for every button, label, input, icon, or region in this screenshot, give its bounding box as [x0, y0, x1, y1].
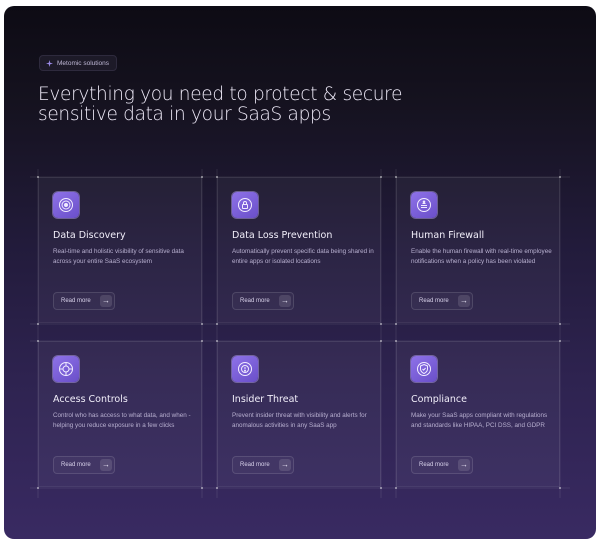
solutions-section: Metomic solutions Everything you need to…: [4, 6, 596, 539]
arrow-right-icon: →: [100, 459, 112, 471]
arrow-right-icon: →: [458, 459, 470, 471]
read-more-label: Read more: [419, 462, 449, 468]
card-title: Data Discovery: [53, 230, 126, 241]
card-description: Real-time and holistic visibility of sen…: [53, 248, 184, 265]
card-compliance: Compliance Make your SaaS apps compliant…: [396, 341, 560, 487]
access-key-icon: [53, 356, 79, 382]
card-description: Automatically prevent specific data bein…: [232, 248, 374, 265]
badge-label: Metomic solutions: [57, 59, 110, 67]
card-title: Compliance: [411, 394, 467, 405]
arrow-right-icon: →: [100, 295, 112, 307]
read-more-label: Read more: [240, 462, 270, 468]
read-more-button[interactable]: Read more →: [411, 456, 473, 474]
arrow-right-icon: →: [279, 459, 291, 471]
card-data-loss-prevention: Data Loss Prevention Automatically preve…: [217, 177, 381, 323]
card-human-firewall: Human Firewall Enable the human firewall…: [396, 177, 560, 323]
card-title: Human Firewall: [411, 230, 485, 241]
read-more-label: Read more: [240, 298, 270, 304]
card-description: Make your SaaS apps compliant with regul…: [411, 412, 548, 429]
arrow-right-icon: →: [458, 295, 470, 307]
read-more-label: Read more: [61, 462, 91, 468]
card-title: Data Loss Prevention: [232, 230, 333, 241]
card-title: Access Controls: [53, 394, 128, 405]
card-description: Prevent insider threat with visibility a…: [232, 412, 367, 429]
read-more-label: Read more: [61, 298, 91, 304]
read-more-button[interactable]: Read more →: [53, 292, 115, 310]
section-badge: Metomic solutions: [39, 55, 118, 71]
section-headline: Everything you need to protect & secure …: [38, 84, 403, 125]
card-data-discovery: Data Discovery Real-time and holistic vi…: [38, 177, 202, 323]
card-title: Insider Threat: [232, 394, 299, 405]
alert-target-icon: [232, 356, 258, 382]
firewall-icon: [411, 192, 437, 218]
radar-icon: [53, 192, 79, 218]
shield-lock-icon: [232, 192, 258, 218]
card-insider-threat: Insider Threat Prevent insider threat wi…: [217, 341, 381, 487]
card-description: Enable the human firewall with real-time…: [411, 248, 552, 265]
read-more-label: Read more: [419, 298, 449, 304]
read-more-button[interactable]: Read more →: [232, 292, 294, 310]
card-access-controls: Access Controls Control who has access t…: [38, 341, 202, 487]
compliance-badge-icon: [411, 356, 437, 382]
read-more-button[interactable]: Read more →: [232, 456, 294, 474]
read-more-button[interactable]: Read more →: [53, 456, 115, 474]
card-description: Control who has access to what data, and…: [53, 412, 191, 429]
arrow-right-icon: →: [279, 295, 291, 307]
sparkle-icon: [46, 59, 53, 67]
read-more-button[interactable]: Read more →: [411, 292, 473, 310]
